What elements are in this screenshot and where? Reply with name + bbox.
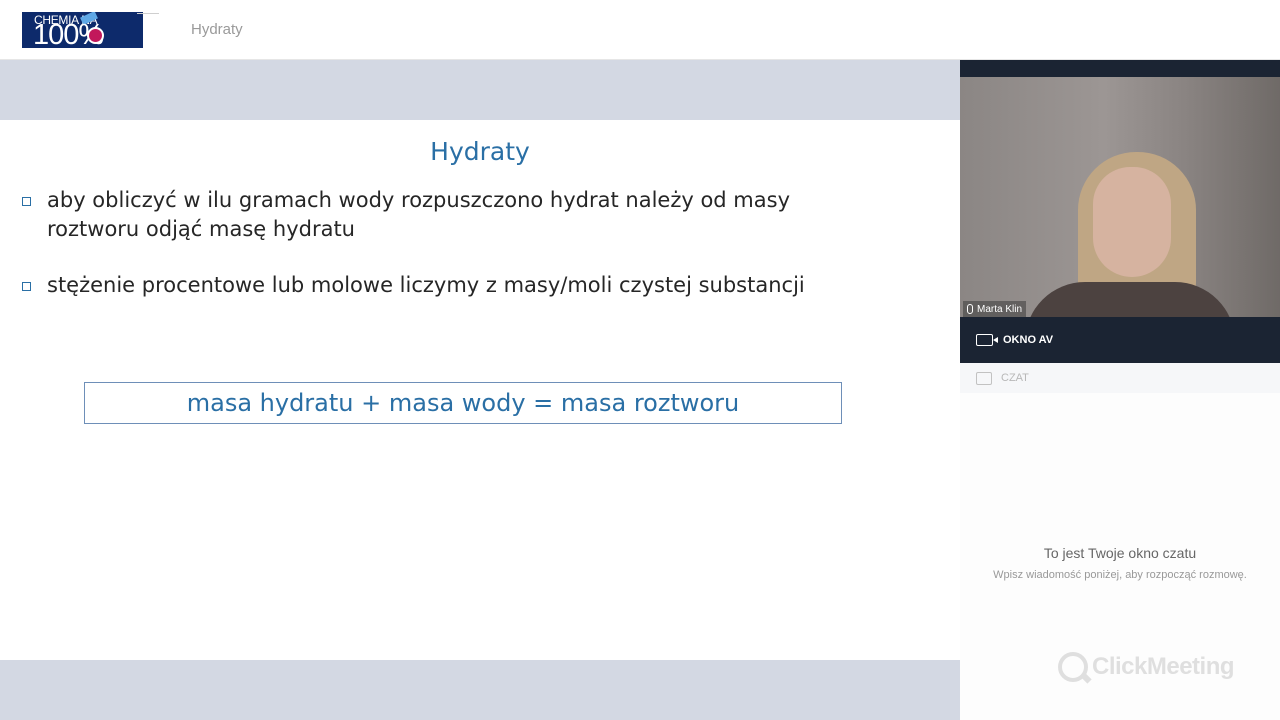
app-header: CHEMIA NA 100% Hydraty (0, 0, 1280, 60)
video-window[interactable]: Marta Klin (960, 60, 1280, 317)
chat-window: To jest Twoje okno czatu Wpisz wiadomość… (960, 393, 1280, 720)
speaker-name: Marta Klin (977, 303, 1023, 315)
chat-empty-subtitle: Wpisz wiadomość poniżej, aby rozpocząć r… (993, 569, 1247, 581)
av-window-label: OKNO AV (1003, 334, 1054, 346)
presentation-slide: Hydraty aby obliczyć w ilu gramach wody … (0, 120, 960, 660)
chemia-na-100-logo[interactable]: CHEMIA NA 100% (22, 12, 143, 48)
slide-title: Hydraty (430, 137, 530, 166)
chat-tab[interactable]: CZAT (960, 363, 1280, 393)
clickmeeting-logo-icon (1058, 652, 1088, 682)
square-bullet-icon (22, 197, 31, 206)
chat-tab-label: CZAT (1001, 372, 1029, 384)
page-title: Hydraty (191, 21, 243, 38)
av-window-tab[interactable]: OKNO AV (960, 317, 1280, 363)
square-bullet-icon (22, 282, 31, 291)
clickmeeting-brand-text: ClickMeeting (1092, 653, 1235, 680)
logo-ball-icon (87, 27, 104, 44)
chat-empty-title: To jest Twoje okno czatu (1043, 545, 1197, 561)
presentation-area: Hydraty aby obliczyć w ilu gramach wody … (0, 60, 960, 720)
logo-divider (137, 13, 159, 14)
speaker-name-label: Marta Klin (963, 301, 1027, 317)
camera-icon (976, 334, 998, 346)
slide-bullet-text: stężenie procentowe lub molowe liczymy z… (47, 273, 805, 297)
side-panel: Marta Klin OKNO AV CZAT To jest Twoje ok… (960, 60, 1280, 720)
microphone-icon (967, 304, 973, 314)
formula-box: masa hydratu + masa wody = masa roztworu (84, 382, 842, 424)
slide-bullet-text: aby obliczyć w ilu gramach wody rozpuszc… (47, 188, 790, 241)
clickmeeting-branding: ClickMeeting (1058, 652, 1235, 682)
chat-icon (976, 371, 992, 385)
presenter-body (1025, 282, 1235, 317)
presenter-face (1093, 167, 1171, 277)
presenter-video-feed (960, 77, 1280, 317)
